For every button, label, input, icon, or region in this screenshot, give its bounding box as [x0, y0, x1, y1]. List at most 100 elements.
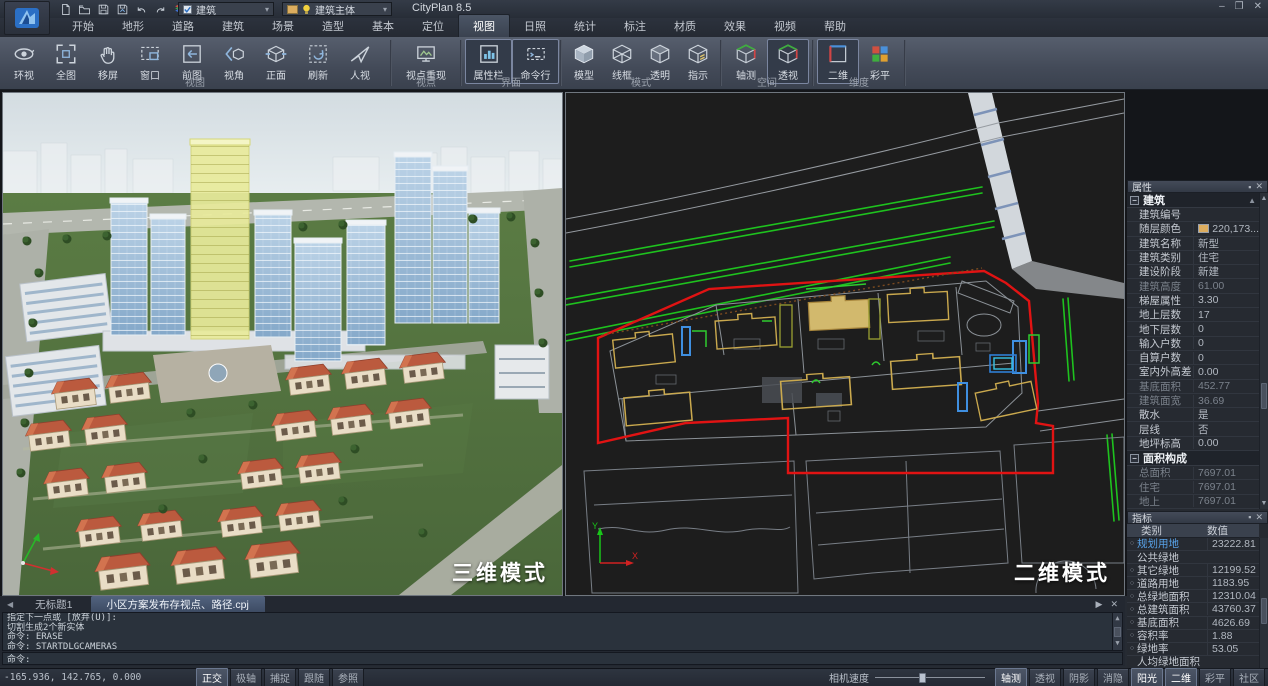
redo-button[interactable] [153, 2, 168, 16]
property-row[interactable]: 自算户数 0 [1127, 351, 1259, 365]
menu-tab[interactable]: 标注 [610, 15, 660, 37]
drafting-toggle-button[interactable]: 正交 [196, 668, 228, 686]
right-panel-column: 属性 ▪ ✕ − 建筑 ▲ 建筑编号 [1127, 180, 1268, 686]
scroll-down-icon[interactable]: ▼ [1113, 639, 1122, 649]
property-row[interactable]: 地坪标高 0.00 [1127, 437, 1259, 451]
indicators-scrollbar[interactable]: ▼ [1259, 538, 1268, 686]
property-row[interactable]: 建筑面宽 36.69 [1127, 394, 1259, 408]
property-value: 17 [1193, 309, 1259, 321]
open-file-button[interactable] [77, 2, 92, 16]
display-toggle-button[interactable]: 阳光 [1131, 668, 1163, 686]
indicator-value: 4626.69 [1207, 617, 1259, 629]
property-row[interactable]: 层线 否 [1127, 422, 1259, 436]
document-tab[interactable]: 无标题1 [19, 596, 88, 613]
display-toggle-button[interactable]: 阴影 [1063, 668, 1095, 686]
close-button[interactable]: ✕ [1254, 1, 1262, 12]
property-row[interactable]: 地上 7697.01 [1127, 495, 1259, 509]
property-row[interactable]: 梯屋属性 3.30 [1127, 294, 1259, 308]
display-toggle-button[interactable]: 彩平 [1199, 668, 1231, 686]
tab-scroll-left-icon[interactable]: ◀ [3, 600, 17, 609]
property-label: 散水 [1127, 407, 1193, 422]
collapse-icon[interactable]: − [1130, 196, 1139, 205]
property-row[interactable]: 输入户数 0 [1127, 337, 1259, 351]
property-row[interactable]: 建筑高度 61.00 [1127, 279, 1259, 293]
display-toggle-button[interactable]: 二维 [1165, 668, 1197, 686]
command-input[interactable]: 命令: [2, 652, 1123, 665]
scroll-up-icon[interactable]: ▲ [1260, 195, 1268, 202]
display-toggle-button[interactable]: 轴测 [995, 668, 1027, 686]
property-row[interactable]: 建设阶段 新建 [1127, 265, 1259, 279]
tab-close-icon[interactable]: ✕ [1110, 599, 1118, 610]
pin-icon[interactable]: ▪ [1248, 182, 1251, 192]
property-row[interactable]: 住宅 7697.01 [1127, 480, 1259, 494]
scroll-down-icon[interactable]: ▼ [1260, 500, 1268, 507]
command-history[interactable]: 指定下一点或 [放弃(U)]:切割生成2个新实体命令: ERASE命令: STA… [2, 612, 1123, 651]
property-row[interactable]: 建筑编号 [1127, 208, 1259, 222]
section-area-composition[interactable]: − 面积构成 [1127, 451, 1259, 466]
section-building[interactable]: − 建筑 ▲ [1127, 193, 1259, 208]
display-toggle-button[interactable]: 消隐 [1097, 668, 1129, 686]
row-bullet-icon: ○ [1127, 619, 1137, 626]
row-bullet-icon: ○ [1127, 593, 1137, 600]
menu-tab[interactable]: 场景 [258, 15, 308, 37]
menu-tab[interactable]: 开始 [58, 15, 108, 37]
menu-tab[interactable]: 日照 [510, 15, 560, 37]
property-row[interactable]: 建筑类别 住宅 [1127, 251, 1259, 265]
ribbon-group-viewpoint: 视点重现 视点 [392, 37, 462, 89]
menu-tab[interactable]: 帮助 [810, 15, 860, 37]
menu-tab[interactable]: 建筑 [208, 15, 258, 37]
drafting-toggle-button[interactable]: 极轴 [230, 668, 262, 686]
pin-icon[interactable]: ▪ [1248, 512, 1251, 522]
ribbon-toolbar: 环视 全图 移屏 窗口 前图 视角 正面 刷新 人视 视图 视点重现 视点 属性… [0, 37, 1268, 90]
drafting-toggle-button[interactable]: 捕捉 [264, 668, 296, 686]
minimize-button[interactable]: – [1219, 1, 1225, 12]
object-dropdown[interactable]: 建筑主体 ▾ [282, 2, 392, 16]
command-scrollbar[interactable]: ▲ ▼ [1112, 613, 1122, 650]
save-button[interactable] [96, 2, 111, 16]
close-panel-icon[interactable]: ✕ [1255, 181, 1263, 192]
scroll-up-icon[interactable]: ▲ [1248, 196, 1256, 205]
2d-viewport[interactable]: Y X 二维模式 [565, 92, 1125, 596]
drafting-toggle-button[interactable]: 跟随 [298, 668, 330, 686]
save-as-button[interactable] [115, 2, 130, 16]
3d-viewport[interactable]: 三维模式 [2, 92, 563, 596]
property-row[interactable]: 室内外高差 0.00 [1127, 365, 1259, 379]
menu-tab[interactable]: 视频 [760, 15, 810, 37]
layer-dropdown[interactable]: 建筑 ▾ [178, 2, 274, 16]
property-row[interactable]: 地上层数 17 [1127, 308, 1259, 322]
menu-tab[interactable]: 地形 [108, 15, 158, 37]
close-panel-icon[interactable]: ✕ [1255, 512, 1263, 523]
menu-tab[interactable]: 定位 [408, 15, 458, 37]
drafting-toggle-button[interactable]: 参照 [332, 668, 364, 686]
property-row[interactable]: 总面积 7697.01 [1127, 466, 1259, 480]
menu-tab[interactable]: 材质 [660, 15, 710, 37]
scrollbar-thumb[interactable] [1261, 598, 1267, 624]
display-toggle-button[interactable]: 社区 [1233, 668, 1265, 686]
menu-tab[interactable]: 视图 [458, 14, 510, 37]
main-area: 三维模式 [0, 90, 1268, 596]
property-row[interactable]: 地下层数 0 [1127, 322, 1259, 336]
camera-speed-slider[interactable] [875, 673, 985, 683]
collapse-icon[interactable]: − [1130, 454, 1139, 463]
menu-tab[interactable]: 道路 [158, 15, 208, 37]
new-file-button[interactable] [58, 2, 73, 16]
display-toggle-button[interactable]: 透视 [1029, 668, 1061, 686]
property-row[interactable]: 散水 是 [1127, 408, 1259, 422]
menu-tab[interactable]: 基本 [358, 15, 408, 37]
tab-scroll-right-icon[interactable]: ▶ [1096, 599, 1103, 610]
menu-tab[interactable]: 造型 [308, 15, 358, 37]
properties-scrollbar[interactable]: ▲ ▼ [1259, 193, 1268, 509]
menu-tab[interactable]: 统计 [560, 15, 610, 37]
property-row[interactable]: 随层颜色 220,173... [1127, 222, 1259, 236]
slider-knob[interactable] [919, 673, 926, 683]
document-tab[interactable]: 小区方案发布存视点、路径.cpj [91, 596, 265, 613]
maximize-button[interactable]: ❐ [1235, 1, 1244, 12]
menu-tab[interactable]: 效果 [710, 15, 760, 37]
undo-button[interactable] [134, 2, 149, 16]
scrollbar-thumb[interactable] [1114, 627, 1121, 637]
property-row[interactable]: 基底面积 452.77 [1127, 380, 1259, 394]
app-logo[interactable] [4, 1, 50, 35]
scrollbar-thumb[interactable] [1261, 383, 1267, 409]
property-row[interactable]: 建筑名称 新型 [1127, 237, 1259, 251]
scroll-up-icon[interactable]: ▲ [1113, 613, 1122, 624]
